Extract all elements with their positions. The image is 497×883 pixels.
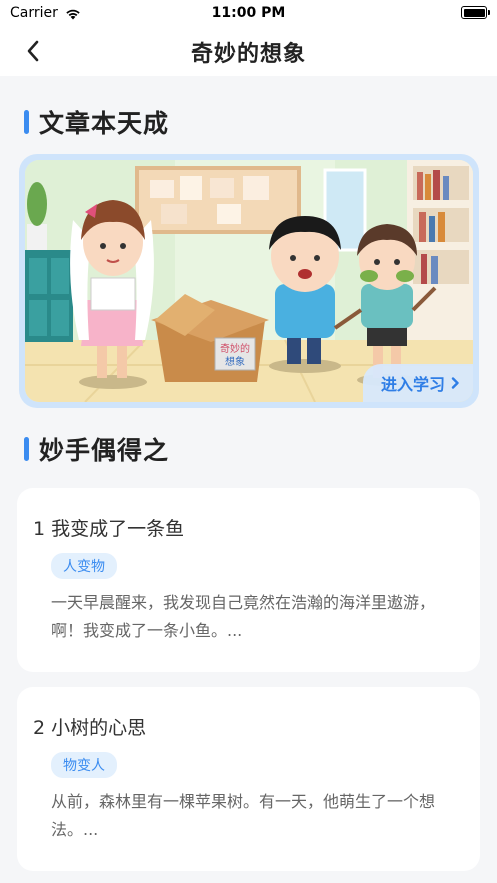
lesson-banner[interactable]: 奇妙的 想象 进入学习: [19, 154, 479, 408]
article-title: 1 我变成了一条鱼: [33, 518, 185, 540]
section-title-text: 文章本天成: [39, 109, 170, 138]
box-label-line2: 想象: [225, 355, 245, 368]
battery-icon: [461, 6, 490, 19]
section-accent-bar: [24, 437, 29, 461]
status-time: 11:00 PM: [211, 5, 286, 21]
article-card[interactable]: 2 小树的心思 物变人 从前，森林里有一棵苹果树。有一天，他萌生了一个想法。..…: [17, 687, 480, 871]
nav-bar: 奇妙的想象: [0, 26, 497, 76]
section-title-text: 妙手偶得之: [39, 436, 170, 465]
article-summary: 一天早晨醒来，我发现自己竟然在浩瀚的海洋里遨游，啊！我变成了一条小鱼。...: [51, 593, 436, 640]
chevron-right-icon: [451, 377, 459, 389]
status-bar: Carrier 11:00 PM: [0, 0, 497, 26]
section-heading-2: 妙手偶得之: [24, 431, 169, 467]
box-label-line1: 奇妙的: [220, 342, 250, 355]
article-card[interactable]: 1 我变成了一条鱼 人变物 一天早晨醒来，我发现自己竟然在浩瀚的海洋里遨游，啊！…: [17, 488, 480, 672]
article-summary: 从前，森林里有一棵苹果树。有一天，他萌生了一个想法。...: [51, 792, 436, 839]
enter-study-button[interactable]: 进入学习: [362, 364, 473, 402]
enter-study-label: 进入学习: [380, 375, 445, 394]
article-title: 2 小树的心思: [33, 717, 147, 739]
page-title: 奇妙的想象: [190, 42, 306, 67]
article-tag: 物变人: [51, 752, 117, 778]
section-accent-bar: [24, 110, 29, 134]
section-heading-1: 文章本天成: [24, 104, 169, 140]
article-tag: 人变物: [51, 553, 117, 579]
